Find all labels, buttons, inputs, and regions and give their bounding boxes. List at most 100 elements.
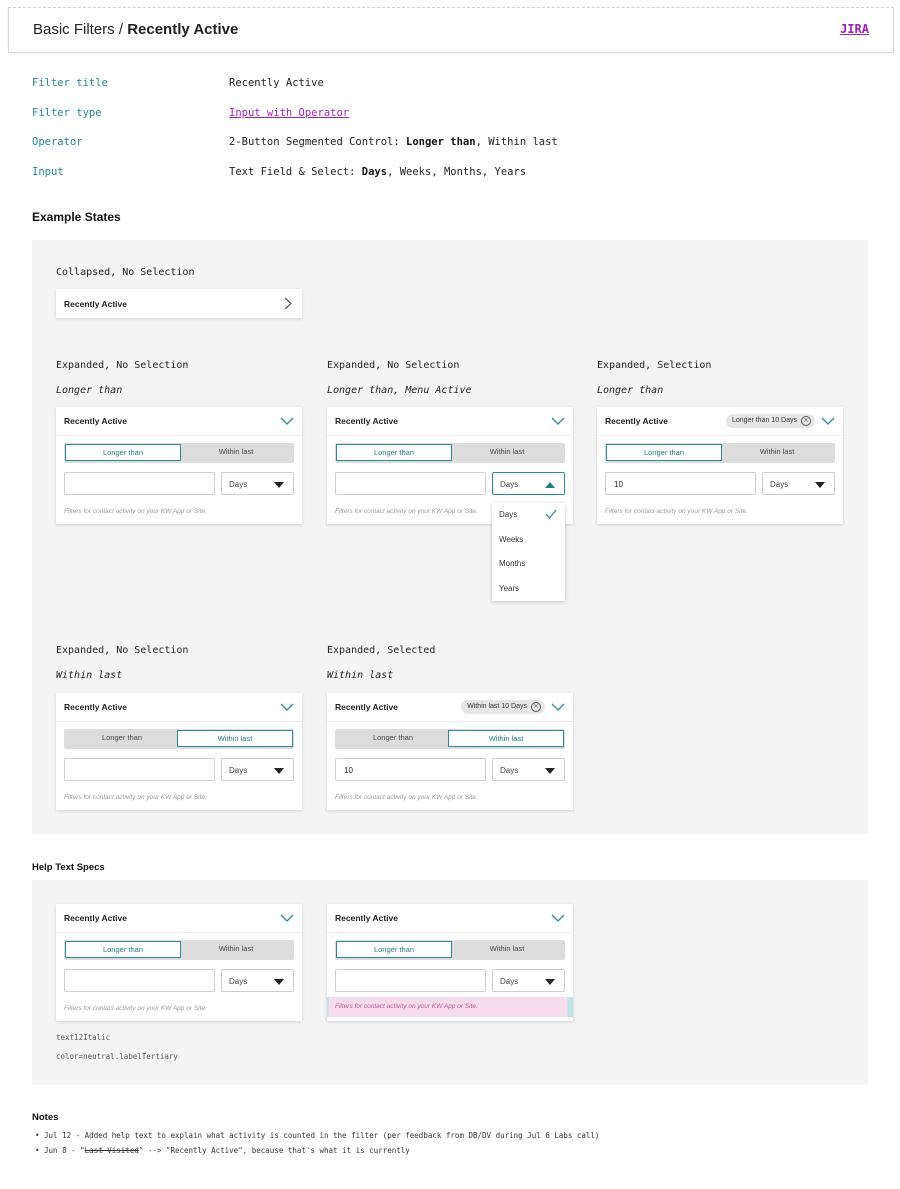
caret-down-icon xyxy=(274,979,284,985)
filter-card-header[interactable]: Recently Active Longer than 10 Days ✕ xyxy=(597,407,843,436)
duration-input[interactable] xyxy=(64,969,215,992)
unit-select-value: Days xyxy=(500,766,519,775)
selection-chip[interactable]: Within last 10 Days ✕ xyxy=(461,700,545,714)
style-token: text12Italic xyxy=(56,1033,111,1042)
duration-input[interactable] xyxy=(64,758,215,781)
operator-within-last[interactable]: Within last xyxy=(179,941,293,957)
chevron-down-icon[interactable] xyxy=(280,415,294,427)
filter-card-header[interactable]: Recently Active xyxy=(327,904,573,933)
operator-segmented-control: Longer than Within last xyxy=(64,443,294,463)
operator-longer-than[interactable]: Longer than xyxy=(336,730,450,746)
filter-card: Recently Active Longer than Within last … xyxy=(56,904,302,1021)
caret-down-icon xyxy=(274,482,284,488)
duration-input[interactable]: 10 xyxy=(605,472,756,495)
operator-segmented-control: Longer than Within last xyxy=(64,940,294,960)
chevron-down-icon[interactable] xyxy=(280,701,294,713)
clear-chip-icon[interactable]: ✕ xyxy=(531,702,541,712)
jira-link[interactable]: JIRA xyxy=(840,22,869,36)
chip-label: Within last 10 Days xyxy=(467,703,527,710)
filter-card-header[interactable]: Recently Active xyxy=(56,407,302,436)
filter-card-header[interactable]: Recently Active xyxy=(327,407,573,436)
dropdown-option[interactable]: Months xyxy=(492,552,565,577)
spec-key: Operator xyxy=(32,136,83,148)
breadcrumb-parent[interactable]: Basic Filters / xyxy=(33,21,123,38)
help-text: Filters for contact activity on your KW … xyxy=(335,794,478,801)
operator-rest: , Within last xyxy=(475,136,558,148)
unit-select-value: Days xyxy=(229,480,248,489)
operator-longer-than[interactable]: Longer than xyxy=(65,941,181,958)
operator-within-last[interactable]: Within last xyxy=(720,444,834,460)
filter-type-link[interactable]: Input with Operator xyxy=(229,107,349,119)
dropdown-option[interactable]: Weeks xyxy=(492,528,565,553)
help-text: Filters for contact activity on your KW … xyxy=(335,508,478,515)
unit-select[interactable]: Days xyxy=(492,472,565,495)
duration-input[interactable] xyxy=(335,969,486,992)
duration-input[interactable] xyxy=(64,472,215,495)
clear-chip-icon[interactable]: ✕ xyxy=(801,416,811,426)
operator-longer-than[interactable]: Longer than xyxy=(65,730,179,746)
unit-select[interactable]: Days xyxy=(221,969,294,992)
chevron-down-icon[interactable] xyxy=(551,701,565,713)
unit-select-value: Days xyxy=(500,480,519,489)
unit-select-value: Days xyxy=(770,480,789,489)
operator-longer-than[interactable]: Longer than xyxy=(606,444,722,461)
help-text: Filters for contact activity on your KW … xyxy=(64,794,207,801)
chevron-right-icon[interactable] xyxy=(284,297,292,310)
filter-card-header[interactable]: Recently Active Within last 10 Days ✕ xyxy=(327,693,573,722)
caret-down-icon xyxy=(545,979,555,985)
help-text: Filters for contact activity on your KW … xyxy=(605,508,748,515)
note-item: • Jul 12 - Added help text to explain wh… xyxy=(35,1131,600,1140)
note-struck-text: Last Visited xyxy=(84,1146,139,1155)
operator-within-last[interactable]: Within last xyxy=(450,941,564,957)
operator-longer-than[interactable]: Longer than xyxy=(336,444,452,461)
filter-card: Recently Active Longer than Within last … xyxy=(56,407,302,524)
check-icon xyxy=(545,509,557,519)
operator-within-last[interactable]: Within last xyxy=(448,730,564,747)
selection-chip[interactable]: Longer than 10 Days ✕ xyxy=(726,414,815,428)
unit-select-value: Days xyxy=(500,977,519,986)
spec-value: 2-Button Segmented Control: Longer than,… xyxy=(229,136,558,148)
unit-select[interactable]: Days xyxy=(492,969,565,992)
filter-card-header[interactable]: Recently Active xyxy=(56,904,302,933)
option-label: Years xyxy=(499,583,520,593)
state-caption: Expanded, Selection xyxy=(597,360,712,371)
option-label: Months xyxy=(499,559,526,568)
section-title-help-text-specs: Help Text Specs xyxy=(32,862,105,873)
unit-select[interactable]: Days xyxy=(221,758,294,781)
filter-title: Recently Active xyxy=(64,299,127,309)
operator-within-last[interactable]: Within last xyxy=(177,730,293,747)
state-caption: Expanded, No Selection xyxy=(327,360,460,371)
filter-title: Recently Active xyxy=(335,416,398,426)
filter-card-header[interactable]: Recently Active xyxy=(56,693,302,722)
operator-within-last[interactable]: Within last xyxy=(179,444,293,460)
state-subcaption: Longer than, Menu Active xyxy=(327,385,472,396)
caret-down-icon xyxy=(815,482,825,488)
dropdown-option[interactable]: Years xyxy=(492,577,565,602)
dropdown-option[interactable]: Days xyxy=(492,503,565,528)
option-label: Weeks xyxy=(499,534,524,544)
chevron-down-icon[interactable] xyxy=(551,415,565,427)
filter-title: Recently Active xyxy=(64,416,127,426)
section-title-example-states: Example States xyxy=(32,210,121,224)
caret-down-icon xyxy=(545,768,555,774)
unit-select[interactable]: Days xyxy=(762,472,835,495)
operator-segmented-control: Longer than Within last xyxy=(335,443,565,463)
chevron-down-icon[interactable] xyxy=(551,912,565,924)
spec-value: Text Field & Select: Days, Weeks, Months… xyxy=(229,166,526,178)
state-caption: Expanded, Selected xyxy=(327,645,436,656)
filter-collapsed[interactable]: Recently Active xyxy=(56,289,302,318)
state-caption: Collapsed, No Selection xyxy=(56,267,195,278)
operator-longer-than[interactable]: Longer than xyxy=(336,941,452,958)
spec-value: Input with Operator xyxy=(229,107,349,119)
unit-select[interactable]: Days xyxy=(221,472,294,495)
duration-input[interactable]: 10 xyxy=(335,758,486,781)
operator-within-last[interactable]: Within last xyxy=(450,444,564,460)
chevron-down-icon[interactable] xyxy=(821,415,835,427)
note-text: " --> "Recently Active", because that's … xyxy=(138,1146,410,1155)
operator-longer-than[interactable]: Longer than xyxy=(65,444,181,461)
duration-input[interactable] xyxy=(335,472,486,495)
chevron-down-icon[interactable] xyxy=(280,912,294,924)
filter-title: Recently Active xyxy=(335,702,398,712)
note-item: • Jun 8 - "Last Visited" --> "Recently A… xyxy=(35,1146,410,1155)
unit-select[interactable]: Days xyxy=(492,758,565,781)
